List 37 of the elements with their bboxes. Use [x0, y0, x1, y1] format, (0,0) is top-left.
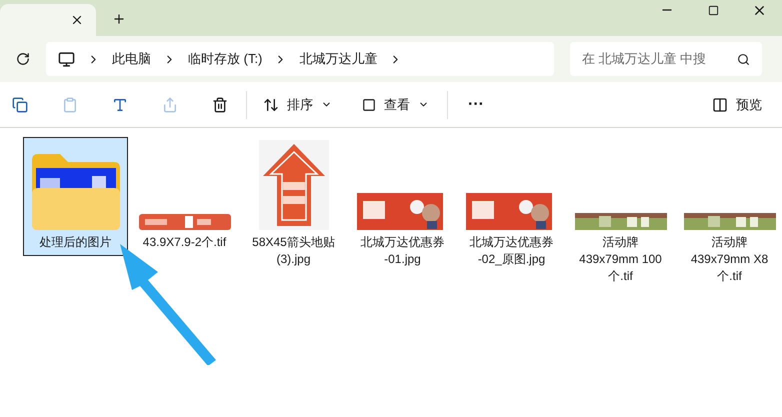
new-tab-icon[interactable] — [112, 12, 126, 26]
file-item[interactable]: 北城万达优惠券 -02_原图.jpg — [459, 137, 564, 273]
breadcrumb[interactable]: 北城万达儿童 — [299, 49, 378, 69]
file-item[interactable]: 43.9X7.9-2个.tif — [132, 137, 237, 256]
maximize-icon — [708, 4, 718, 16]
address-bar[interactable]: 此电脑 临时存放 (T:) 北城万达儿童 — [46, 42, 554, 76]
search-icon — [737, 52, 750, 66]
breadcrumb[interactable]: 此电脑 — [112, 49, 151, 69]
file-name: 处理后的图片 — [40, 234, 112, 251]
sort-button[interactable]: 排序 — [263, 94, 332, 114]
file-name: 58X45箭头地贴 (3).jpg — [252, 234, 335, 268]
breadcrumb[interactable]: 临时存放 (T:) — [188, 49, 262, 69]
view-button[interactable]: 查看 — [362, 94, 429, 114]
file-item[interactable]: 处理后的图片 — [23, 137, 128, 256]
refresh-icon[interactable] — [16, 52, 30, 66]
more-button[interactable]: ··· — [468, 92, 484, 116]
sort-icon — [263, 96, 279, 112]
copy-icon[interactable] — [12, 96, 28, 112]
file-name: 活动牌 439x79mm 100 个.tif — [579, 234, 662, 285]
search-field[interactable]: 在 北城万达儿童 中搜 — [582, 49, 737, 69]
rename-icon[interactable] — [112, 96, 128, 112]
file-name: 43.9X7.9-2个.tif — [142, 234, 226, 251]
file-name: 北城万达优惠券 -01.jpg — [360, 234, 444, 268]
file-name: 活动牌 439x79mm X8 个.tif — [690, 234, 768, 285]
preview-button[interactable]: 预览 — [712, 94, 762, 114]
preview-pane-icon — [712, 96, 728, 112]
file-item[interactable]: 北城万达优惠券 -01.jpg — [350, 137, 455, 273]
file-item[interactable]: 活动牌 439x79mm 100 个.tif — [568, 137, 673, 290]
file-item[interactable]: 58X45箭头地贴 (3).jpg — [241, 137, 346, 273]
file-name: 北城万达优惠券 -02_原图.jpg — [470, 234, 554, 268]
view-icon — [362, 98, 376, 112]
close-icon[interactable] — [70, 13, 84, 27]
delete-icon[interactable] — [212, 96, 228, 112]
computer-icon — [58, 50, 75, 68]
file-item[interactable]: 活动牌 439x79mm X8 个.tif — [677, 137, 782, 290]
folder-icon — [30, 154, 122, 230]
search-box[interactable]: 在 北城万达儿童 中搜 — [570, 42, 762, 76]
